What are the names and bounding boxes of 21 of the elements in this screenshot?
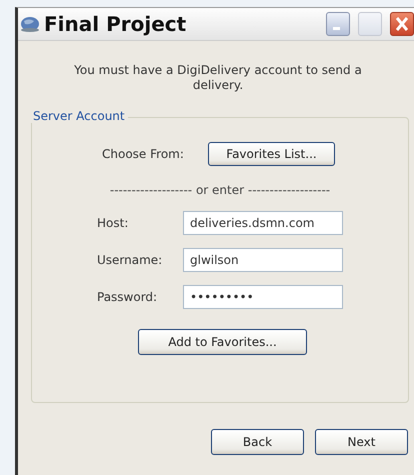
input-field[interactable]: glwilson — [183, 248, 343, 272]
group-title: Server Account — [30, 109, 128, 123]
input-field[interactable]: deliveries.dsmn.com — [183, 211, 343, 235]
add-to-favorites-button[interactable]: Add to Favorites... — [138, 329, 307, 355]
info-message: You must have a DigiDelivery account to send a delivery. — [73, 63, 363, 93]
minimize-icon — [333, 27, 340, 30]
window-title: Final Project — [44, 12, 188, 36]
maximize-button[interactable] — [358, 12, 382, 36]
choose-label: Choose From: — [102, 147, 185, 161]
nav-button[interactable]: Back — [211, 429, 304, 455]
minimize-button[interactable] — [326, 12, 350, 36]
separator-text: ------------------- or enter ------------------- — [108, 183, 332, 197]
input-field[interactable]: ••••••••• — [183, 285, 343, 309]
favorites-list-button[interactable]: Favorites List... — [208, 142, 335, 166]
nav-button[interactable]: Next — [315, 429, 408, 455]
field-label: Username: — [97, 253, 164, 267]
globe-icon — [20, 16, 40, 32]
field-label: Password: — [97, 290, 158, 304]
field-label: Host: — [97, 216, 130, 230]
close-button[interactable] — [390, 12, 414, 36]
close-icon — [396, 17, 408, 31]
